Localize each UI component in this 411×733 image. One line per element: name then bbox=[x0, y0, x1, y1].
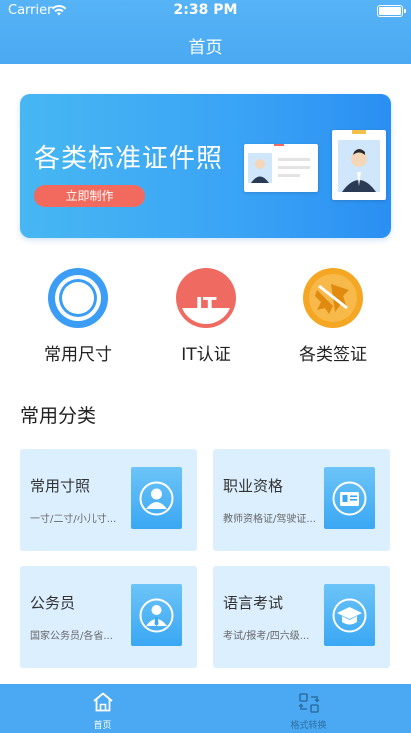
make-now-button[interactable]: 立即制作 bbox=[34, 185, 145, 207]
battery-icon bbox=[377, 5, 406, 17]
convert-icon bbox=[298, 693, 319, 713]
category-subtitle: 一寸/二寸/小儿寸... bbox=[30, 514, 117, 525]
category-subtitle: 国家公务员/各省... bbox=[30, 631, 113, 642]
it-badge-icon: IT bbox=[176, 268, 236, 328]
status-time: 2:38 PM bbox=[173, 2, 238, 18]
id-card-icon bbox=[324, 467, 375, 529]
id-card-illustration bbox=[244, 136, 318, 192]
person-tie-icon bbox=[131, 584, 182, 646]
promo-banner[interactable]: 各类标准证件照 立即制作 bbox=[20, 94, 391, 238]
svg-text:IT: IT bbox=[195, 293, 216, 317]
category-card-common-photo[interactable]: 常用寸照 一寸/二寸/小儿寸... bbox=[20, 449, 197, 551]
entry-label: 常用尺寸 bbox=[44, 345, 112, 365]
graduation-cap-icon bbox=[324, 584, 375, 646]
tab-home[interactable]: 首页 bbox=[0, 684, 205, 733]
category-title: 公务员 bbox=[30, 594, 76, 612]
user-circle-icon bbox=[48, 268, 108, 328]
status-bar: Carrier 2:38 PM bbox=[0, 0, 411, 22]
category-card-civil-servant[interactable]: 公务员 国家公务员/各省... bbox=[20, 566, 197, 668]
top-header: Carrier 2:38 PM 首页 bbox=[0, 0, 411, 64]
globe-plane-icon bbox=[303, 268, 363, 328]
category-title: 语言考试 bbox=[223, 594, 284, 612]
home-icon bbox=[92, 692, 113, 712]
entry-label: IT认证 bbox=[181, 345, 231, 365]
category-card-professional[interactable]: 职业资格 教师资格证/驾驶证... bbox=[213, 449, 390, 551]
tab-label: 首页 bbox=[93, 721, 112, 731]
bottom-tab-bar: 首页 格式转换 bbox=[0, 684, 411, 733]
tab-format-convert[interactable]: 格式转换 bbox=[206, 684, 411, 733]
page-title: 首页 bbox=[188, 38, 223, 58]
category-subtitle: 考试/报考/四六级... bbox=[223, 631, 310, 642]
section-title-text: 常用分类 bbox=[20, 405, 97, 427]
person-icon bbox=[131, 467, 182, 529]
entry-it-certification[interactable]: IT IT认证 bbox=[156, 268, 256, 365]
photo-card-illustration bbox=[332, 122, 386, 200]
banner-title: 各类标准证件照 bbox=[34, 144, 224, 174]
entry-label: 各类签证 bbox=[299, 345, 367, 365]
category-title: 常用寸照 bbox=[30, 477, 91, 495]
category-subtitle: 教师资格证/驾驶证... bbox=[223, 514, 316, 525]
tab-label: 格式转换 bbox=[290, 721, 327, 731]
section-title: 常用分类 bbox=[20, 401, 97, 428]
category-title: 职业资格 bbox=[223, 477, 284, 495]
entry-common-size[interactable]: 常用尺寸 bbox=[28, 268, 128, 365]
entry-visa[interactable]: 各类签证 bbox=[283, 268, 383, 365]
category-card-language-exam[interactable]: 语言考试 考试/报考/四六级... bbox=[213, 566, 390, 668]
